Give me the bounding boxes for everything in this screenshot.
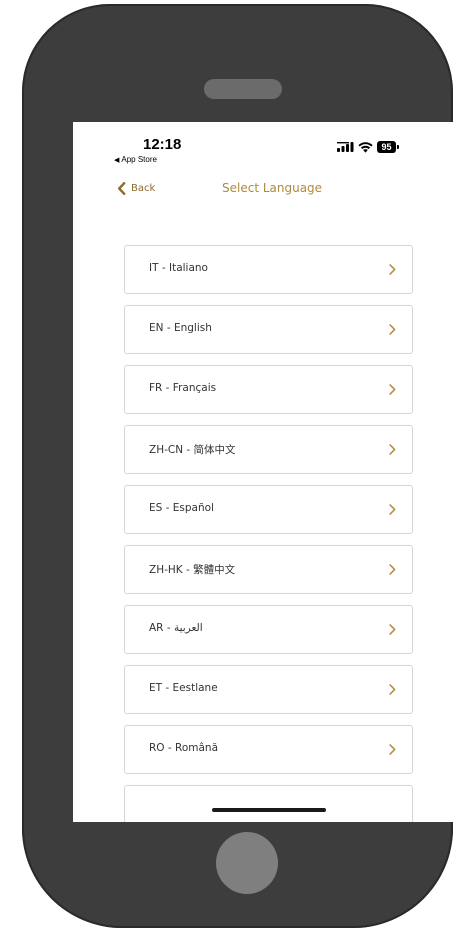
- chevron-right-icon: [389, 624, 396, 635]
- language-item-partial[interactable]: [124, 785, 413, 822]
- battery-level: 95: [381, 142, 392, 152]
- language-item-fr[interactable]: FR - Français: [124, 365, 413, 414]
- chevron-left-icon: [118, 182, 126, 195]
- phone-frame: 12:18 ◀ App Store 95 Back Select Languag…: [22, 4, 461, 928]
- app-screen: 12:18 ◀ App Store 95 Back Select Languag…: [73, 122, 461, 822]
- language-label: EN - English: [149, 322, 212, 334]
- status-icons: 95: [337, 140, 399, 154]
- language-item-es[interactable]: ES - Español: [124, 485, 413, 534]
- navigation-bar: Back Select Language: [73, 178, 461, 206]
- language-item-zh-cn[interactable]: ZH-CN - 简体中文: [124, 425, 413, 474]
- language-label: ZH-CN - 简体中文: [149, 444, 236, 456]
- phone-speaker: [204, 79, 282, 99]
- language-label: RO - Română: [149, 742, 219, 754]
- language-item-et[interactable]: ET - Eestlane: [124, 665, 413, 714]
- signal-icon: [337, 142, 354, 152]
- language-label: ET - Eestlane: [149, 682, 218, 694]
- battery-icon: 95: [377, 141, 399, 153]
- language-item-ro[interactable]: RO - Română: [124, 725, 413, 774]
- home-indicator: [212, 808, 326, 812]
- chevron-right-icon: [389, 384, 396, 395]
- wifi-icon: [358, 141, 373, 153]
- status-time: 12:18: [143, 136, 182, 153]
- language-label: ZH-HK - 繁體中文: [149, 564, 236, 576]
- language-label: FR - Français: [149, 382, 217, 394]
- language-item-it[interactable]: IT - Italiano: [124, 245, 413, 294]
- back-to-app-label: App Store: [121, 155, 157, 164]
- chevron-right-icon: [389, 444, 396, 455]
- chevron-right-icon: [389, 684, 396, 695]
- language-label: AR - العربية: [149, 622, 203, 634]
- chevron-right-icon: [389, 264, 396, 275]
- language-label: ES - Español: [149, 502, 214, 514]
- page-title: Select Language: [222, 181, 323, 195]
- battery-cap: [397, 145, 399, 149]
- chevron-right-icon: [389, 324, 396, 335]
- language-item-zh-hk[interactable]: ZH-HK - 繁體中文: [124, 545, 413, 594]
- back-triangle-icon: ◀: [114, 157, 120, 164]
- back-button[interactable]: Back: [117, 182, 155, 195]
- chevron-right-icon: [389, 504, 396, 515]
- chevron-right-icon: [389, 744, 396, 755]
- home-button[interactable]: [216, 832, 278, 894]
- back-button-label: Back: [131, 183, 156, 194]
- language-label: IT - Italiano: [149, 262, 208, 274]
- language-item-ar[interactable]: AR - العربية: [124, 605, 413, 654]
- back-to-app-store-link[interactable]: ◀ App Store: [114, 155, 157, 164]
- language-list: IT - Italiano EN - English FR - Français…: [124, 245, 413, 822]
- language-item-en[interactable]: EN - English: [124, 305, 413, 354]
- chevron-right-icon: [389, 564, 396, 575]
